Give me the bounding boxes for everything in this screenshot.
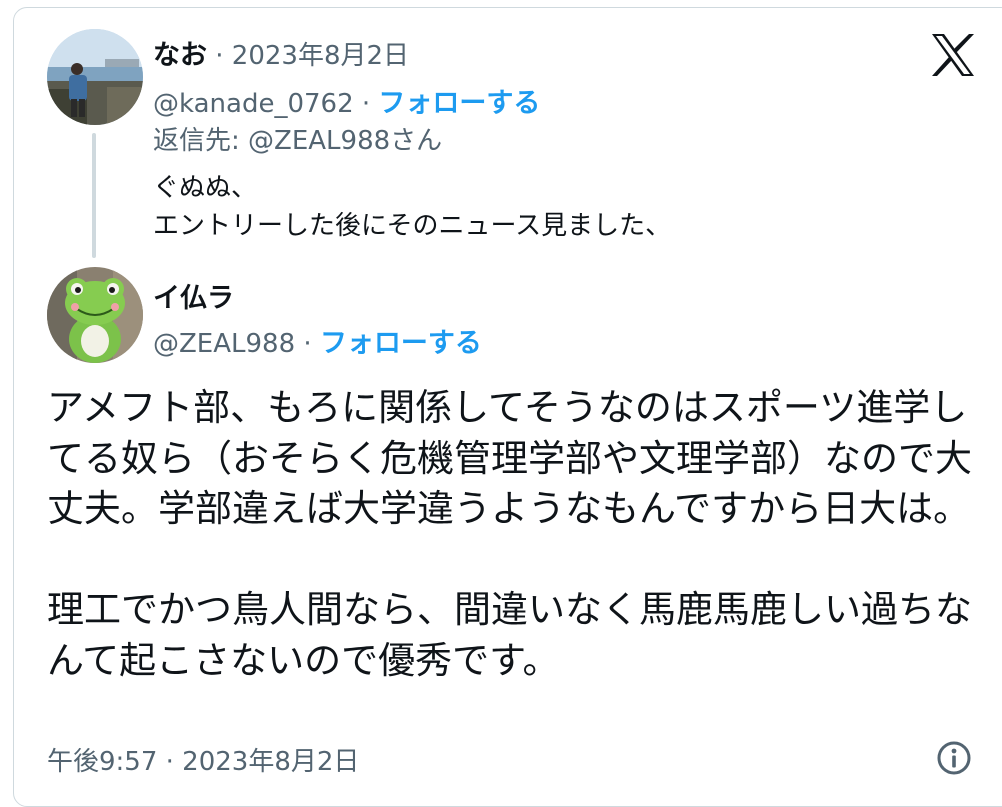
thread-connector <box>92 133 96 258</box>
tweet-timestamp[interactable]: 午後9:57 · 2023年8月2日 <box>47 741 359 778</box>
separator: · <box>353 89 379 119</box>
reply-to-label[interactable]: 返信先: @ZEAL988さん <box>153 120 442 157</box>
handle[interactable]: @kanade_0762 <box>153 89 354 119</box>
follow-button[interactable]: フォローする <box>378 88 540 119</box>
separator: · <box>295 329 320 359</box>
avatar-nao[interactable] <box>47 29 143 125</box>
main-follow-button[interactable]: フォローする <box>320 328 482 359</box>
info-icon[interactable] <box>936 740 972 776</box>
display-name[interactable]: なお <box>153 40 207 71</box>
first-tweet-header: なお · 2023年8月2日 <box>153 33 409 72</box>
main-tweet-text: アメフト部、もろに関係してそうなのはスポーツ進学してる奴ら（おそらく危機管理学部… <box>47 386 972 682</box>
main-display-name[interactable]: イ仏ラ <box>153 276 234 315</box>
tweet-date[interactable]: · 2023年8月2日 <box>207 41 409 71</box>
main-tweet-handle-row: @ZEAL988 · フォローする <box>153 321 482 360</box>
avatar-ibura[interactable] <box>47 267 143 363</box>
reply-tweet-text: ぐぬぬ、 エントリーした後にそのニュース見ました、 <box>153 173 672 241</box>
x-logo-icon[interactable] <box>930 33 976 77</box>
main-handle[interactable]: @ZEAL988 <box>153 329 295 359</box>
first-tweet-handle-row: @kanade_0762 · フォローする <box>153 81 540 120</box>
